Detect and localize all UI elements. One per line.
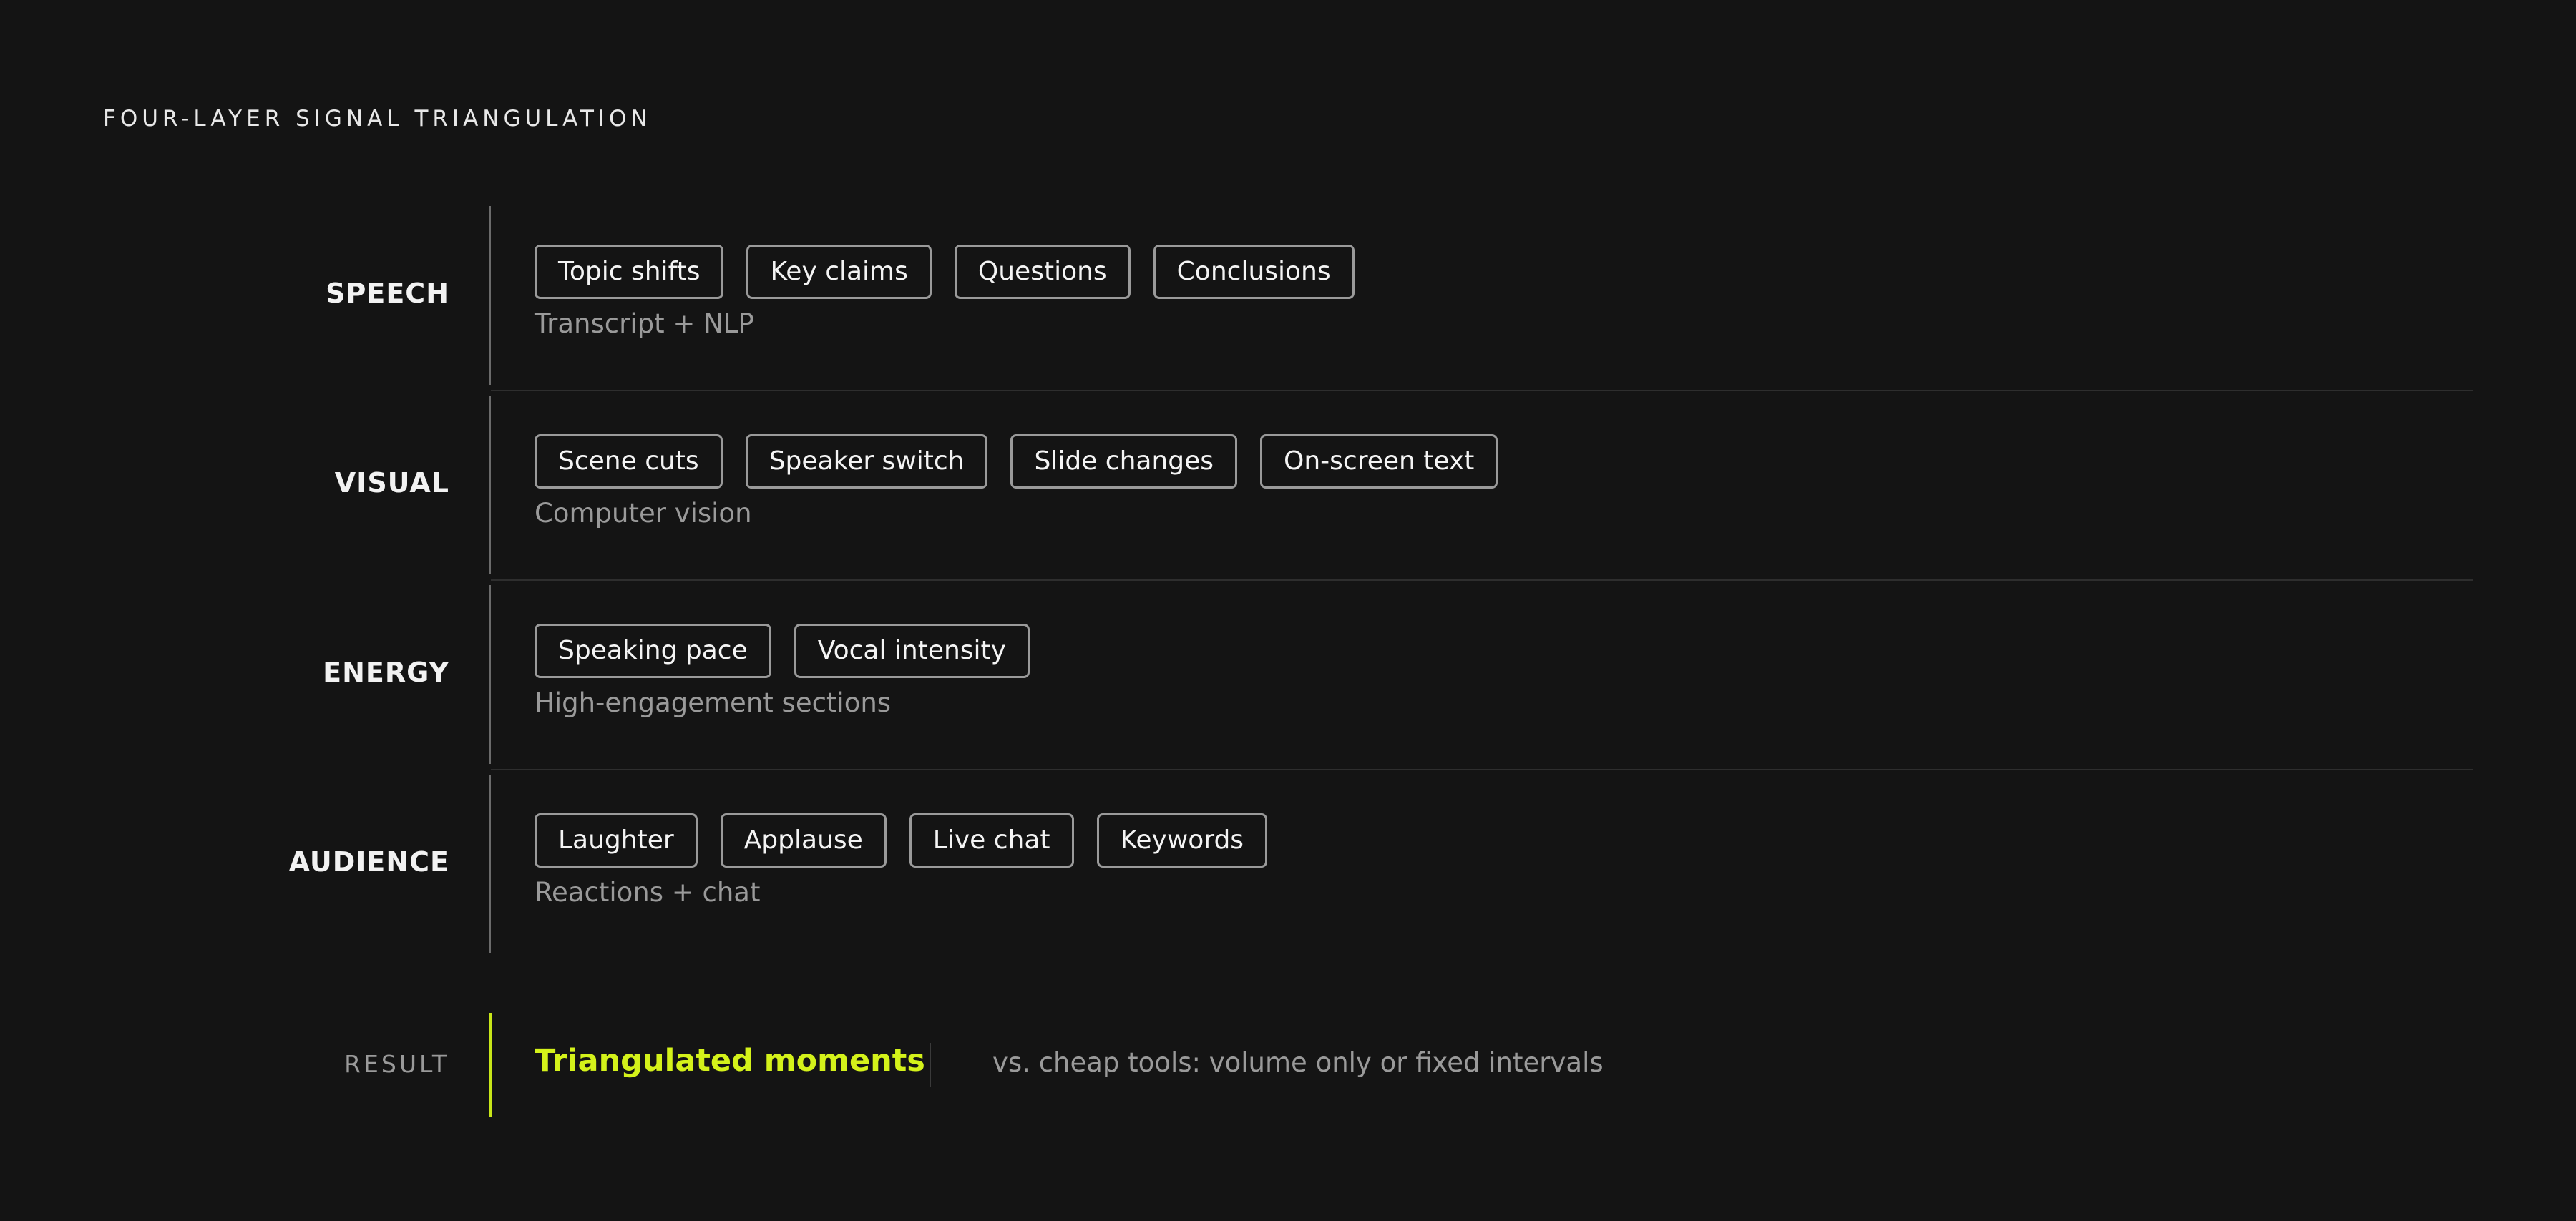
layer-rule xyxy=(489,206,491,385)
signal-chip: Scene cuts xyxy=(535,434,723,489)
signal-chip: Key claims xyxy=(746,245,932,299)
signal-chip: Speaking pace xyxy=(535,624,771,678)
signal-chip: Questions xyxy=(954,245,1131,299)
page-title: FOUR-LAYER SIGNAL TRIANGULATION xyxy=(103,106,652,132)
layer-label: ENERGY xyxy=(323,657,449,688)
result-label: RESULT xyxy=(344,1050,449,1078)
row-divider xyxy=(491,390,2473,391)
signal-chip: Live chat xyxy=(909,813,1074,868)
signal-chip: Applause xyxy=(720,813,887,868)
result-comparison-note: vs. cheap tools: volume only or fixed in… xyxy=(992,1047,1604,1078)
signal-chip: On-screen text xyxy=(1260,434,1498,489)
signal-chips: Laughter Applause Live chat Keywords xyxy=(535,813,1268,868)
layer-rule xyxy=(489,396,491,574)
signal-chips: Speaking pace Vocal intensity xyxy=(535,624,1030,678)
result-row: RESULT Triangulated moments vs. cheap to… xyxy=(0,1013,2576,1117)
signal-chip: Slide changes xyxy=(1010,434,1238,489)
row-divider xyxy=(491,769,2473,770)
signal-layers: SPEECH Topic shifts Key claims Questions… xyxy=(0,206,2576,964)
signal-chip: Speaker switch xyxy=(745,434,988,489)
signal-chip: Keywords xyxy=(1096,813,1268,868)
signal-chip: Laughter xyxy=(535,813,698,868)
signal-chip: Conclusions xyxy=(1153,245,1355,299)
result-accent-rule xyxy=(489,1013,492,1117)
layer-rule xyxy=(489,775,491,953)
signal-chip: Topic shifts xyxy=(535,245,724,299)
signal-chips: Scene cuts Speaker switch Slide changes … xyxy=(535,434,1498,489)
layer-visual: VISUAL Scene cuts Speaker switch Slide c… xyxy=(0,396,2576,585)
layer-label: VISUAL xyxy=(334,467,449,499)
result-separator xyxy=(930,1043,931,1087)
layer-energy: ENERGY Speaking pace Vocal intensity Hig… xyxy=(0,585,2576,775)
layer-speech: SPEECH Topic shifts Key claims Questions… xyxy=(0,206,2576,396)
layer-audience: AUDIENCE Laughter Applause Live chat Key… xyxy=(0,775,2576,964)
signal-chips: Topic shifts Key claims Questions Conclu… xyxy=(535,245,1355,299)
layer-source: Computer vision xyxy=(535,498,752,529)
layer-source: High-engagement sections xyxy=(535,687,892,718)
layer-label: SPEECH xyxy=(326,278,449,309)
layer-rule xyxy=(489,585,491,764)
result-headline: Triangulated moments xyxy=(535,1043,925,1079)
layer-label: AUDIENCE xyxy=(288,846,449,878)
row-divider xyxy=(491,579,2473,581)
layer-source: Transcript + NLP xyxy=(535,308,754,339)
signal-chip: Vocal intensity xyxy=(794,624,1030,678)
layer-source: Reactions + chat xyxy=(535,877,761,908)
